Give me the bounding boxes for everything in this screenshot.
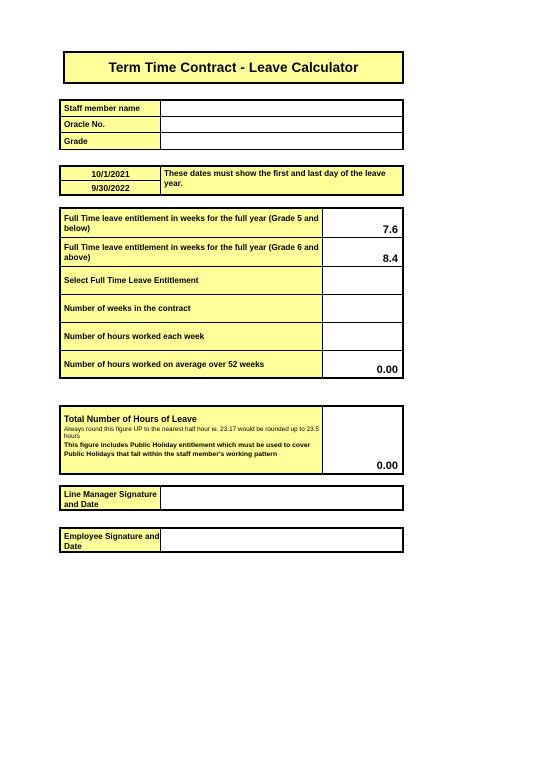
table-row: 10/1/2021 9/30/2022 These dates must sho… (61, 167, 402, 194)
employee-signature-table: Employee Signature and Date (59, 527, 404, 553)
table-row: Line Manager Signature and Date (61, 487, 402, 509)
weeks-in-contract-label: Number of weeks in the contract (61, 295, 323, 322)
table-row: Number of weeks in the contract (61, 295, 402, 323)
table-row: Full Time leave entitlement in weeks for… (61, 209, 402, 238)
total-hours-public-holiday-note: This figure includes Public Holiday enti… (64, 442, 311, 458)
leave-year-end-date[interactable]: 9/30/2022 (61, 181, 160, 194)
spreadsheet-canvas: Term Time Contract - Leave Calculator St… (0, 0, 550, 777)
employee-signature-input[interactable] (161, 529, 402, 551)
line-manager-signature-input[interactable] (161, 487, 402, 509)
leave-year-dates-column: 10/1/2021 9/30/2022 (61, 167, 161, 194)
average-hours-52-weeks-label: Number of hours worked on average over 5… (61, 351, 323, 377)
total-hours-value: 0.00 (323, 407, 402, 473)
grade5-entitlement-value[interactable]: 7.6 (323, 209, 402, 237)
leave-year-dates-table: 10/1/2021 9/30/2022 These dates must sho… (59, 165, 404, 196)
line-manager-signature-label: Line Manager Signature and Date (61, 487, 161, 509)
table-row: Employee Signature and Date (61, 529, 402, 551)
staff-name-input[interactable] (161, 101, 402, 116)
grade-input[interactable] (161, 133, 402, 149)
entitlement-table: Full Time leave entitlement in weeks for… (59, 207, 404, 379)
oracle-no-label: Oracle No. (61, 117, 161, 132)
leave-year-start-date[interactable]: 10/1/2021 (61, 167, 160, 181)
weeks-in-contract-input[interactable] (323, 295, 402, 322)
total-hours-heading: Total Number of Hours of Leave (64, 414, 197, 424)
grade5-entitlement-label: Full Time leave entitlement in weeks for… (61, 209, 323, 237)
page-title-text: Term Time Contract - Leave Calculator (108, 60, 359, 75)
total-hours-label-cell: Total Number of Hours of Leave Always ro… (61, 407, 323, 473)
leave-year-dates-note: These dates must show the first and last… (161, 167, 402, 194)
table-row: Number of hours worked each week (61, 323, 402, 351)
staff-name-label: Staff member name (61, 101, 161, 116)
select-entitlement-label: Select Full Time Leave Entitlement (61, 267, 323, 294)
total-hours-rounding-note: Always round this figure UP to the neare… (64, 425, 319, 441)
line-manager-signature-table: Line Manager Signature and Date (59, 485, 404, 511)
table-row: Total Number of Hours of Leave Always ro… (61, 407, 402, 473)
oracle-no-input[interactable] (161, 117, 402, 132)
select-entitlement-input[interactable] (323, 267, 402, 294)
average-hours-52-weeks-value: 0.00 (323, 351, 402, 377)
table-row: Oracle No. (61, 117, 402, 133)
table-row: Staff member name (61, 101, 402, 117)
table-row: Number of hours worked on average over 5… (61, 351, 402, 377)
employee-signature-label: Employee Signature and Date (61, 529, 161, 551)
staff-details-table: Staff member name Oracle No. Grade (59, 99, 404, 150)
table-row: Grade (61, 133, 402, 149)
total-hours-of-leave-table: Total Number of Hours of Leave Always ro… (59, 405, 404, 475)
hours-each-week-label: Number of hours worked each week (61, 323, 323, 350)
table-row: Select Full Time Leave Entitlement (61, 267, 402, 295)
grade6-entitlement-label: Full Time leave entitlement in weeks for… (61, 238, 323, 266)
grade-label: Grade (61, 133, 161, 149)
hours-each-week-input[interactable] (323, 323, 402, 350)
page-title: Term Time Contract - Leave Calculator (63, 51, 404, 84)
table-row: Full Time leave entitlement in weeks for… (61, 238, 402, 267)
grade6-entitlement-value[interactable]: 8.4 (323, 238, 402, 266)
